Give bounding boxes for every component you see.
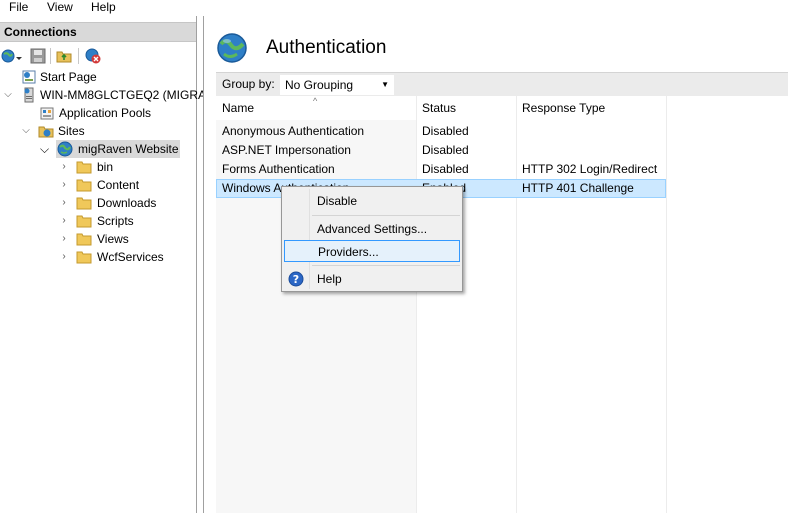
- connections-header: Connections: [0, 22, 196, 42]
- authentication-list: ^ Name Status Response Type Anonymous Au…: [216, 96, 788, 513]
- menu-item-advanced-settings[interactable]: Advanced Settings...: [284, 218, 460, 240]
- menu-file[interactable]: File: [9, 0, 28, 16]
- page-title: Authentication: [266, 37, 387, 58]
- tree-node-downloads[interactable]: › Downloads: [0, 194, 196, 212]
- column-header-status[interactable]: Status: [416, 96, 516, 120]
- folder-icon: [76, 213, 92, 229]
- app-pools-icon: [39, 105, 55, 121]
- context-menu: Disable Advanced Settings... Providers..…: [281, 186, 463, 292]
- dropdown-arrow-icon: ▼: [381, 80, 389, 89]
- group-by-dropdown[interactable]: No Grouping ▼: [280, 75, 394, 95]
- column-header-name[interactable]: Name: [216, 96, 416, 120]
- menu-item-providers[interactable]: Providers...: [284, 240, 460, 262]
- up-folder-icon[interactable]: [56, 48, 72, 64]
- tree-node-views[interactable]: › Views: [0, 230, 196, 248]
- expand-arrow-icon[interactable]: ›: [58, 177, 70, 193]
- collapse-arrow-icon[interactable]: ⌵: [2, 87, 14, 103]
- group-by-label: Group by:: [222, 77, 275, 91]
- tree-node-bin[interactable]: › bin: [0, 158, 196, 176]
- tree-node-application-pools[interactable]: Application Pools: [0, 104, 196, 122]
- menu-separator: [312, 265, 460, 266]
- expand-arrow-icon[interactable]: ›: [58, 249, 70, 265]
- folder-icon: [76, 231, 92, 247]
- expand-arrow-icon[interactable]: ›: [58, 159, 70, 175]
- menu-view[interactable]: View: [47, 0, 73, 16]
- start-page-icon: [21, 69, 37, 85]
- globe-icon: [57, 141, 73, 157]
- authentication-globe-icon: [216, 32, 248, 64]
- expand-arrow-icon[interactable]: ›: [58, 213, 70, 229]
- folder-icon: [76, 249, 92, 265]
- folder-icon: [76, 195, 92, 211]
- toolbar-divider: [78, 48, 79, 64]
- folder-icon: [76, 159, 92, 175]
- disconnect-icon[interactable]: [85, 48, 101, 64]
- tree-node-content[interactable]: › Content: [0, 176, 196, 194]
- collapse-arrow-icon[interactable]: ⌵: [20, 123, 32, 139]
- tree-node-start-page[interactable]: Start Page: [0, 68, 196, 86]
- menu-item-disable[interactable]: Disable: [284, 190, 460, 212]
- table-row[interactable]: ASP.NET Impersonation Disabled: [216, 141, 666, 160]
- column-header-response-type[interactable]: Response Type: [516, 96, 666, 120]
- toolbar-divider: [50, 48, 51, 64]
- expand-arrow-icon[interactable]: ›: [58, 231, 70, 247]
- server-icon: [21, 87, 37, 103]
- connections-pane: Connections Start Page ⌵ WIN-MM8GLCTGEQ2…: [0, 16, 206, 513]
- tree-node-sites[interactable]: ⌵ Sites: [0, 122, 196, 140]
- tree-node-server[interactable]: ⌵ WIN-MM8GLCTGEQ2 (MIGRA: [0, 86, 206, 104]
- menu-item-help[interactable]: ? Help: [284, 268, 460, 290]
- menu-separator: [312, 215, 460, 216]
- connections-toolbar: [0, 44, 196, 68]
- save-icon[interactable]: [30, 48, 46, 64]
- tree-node-scripts[interactable]: › Scripts: [0, 212, 196, 230]
- column-divider: [666, 96, 667, 513]
- folder-icon: [76, 177, 92, 193]
- group-by-bar: Group by: No Grouping ▼: [216, 72, 788, 96]
- menu-bar: File View Help: [0, 0, 788, 16]
- tree-node-migraven-website[interactable]: migRaven Website: [56, 140, 180, 158]
- table-row[interactable]: Forms Authentication Disabled HTTP 302 L…: [216, 160, 666, 179]
- svg-text:?: ?: [293, 273, 299, 286]
- collapse-arrow-icon[interactable]: ⌵: [40, 140, 52, 158]
- sites-folder-icon: [38, 123, 54, 139]
- help-icon: ?: [288, 271, 304, 287]
- menu-help[interactable]: Help: [91, 0, 116, 16]
- tree-node-wcfservices[interactable]: › WcfServices: [0, 248, 196, 266]
- expand-arrow-icon[interactable]: ›: [58, 195, 70, 211]
- globe-connect-icon[interactable]: [1, 48, 22, 64]
- table-row[interactable]: Anonymous Authentication Disabled: [216, 122, 666, 141]
